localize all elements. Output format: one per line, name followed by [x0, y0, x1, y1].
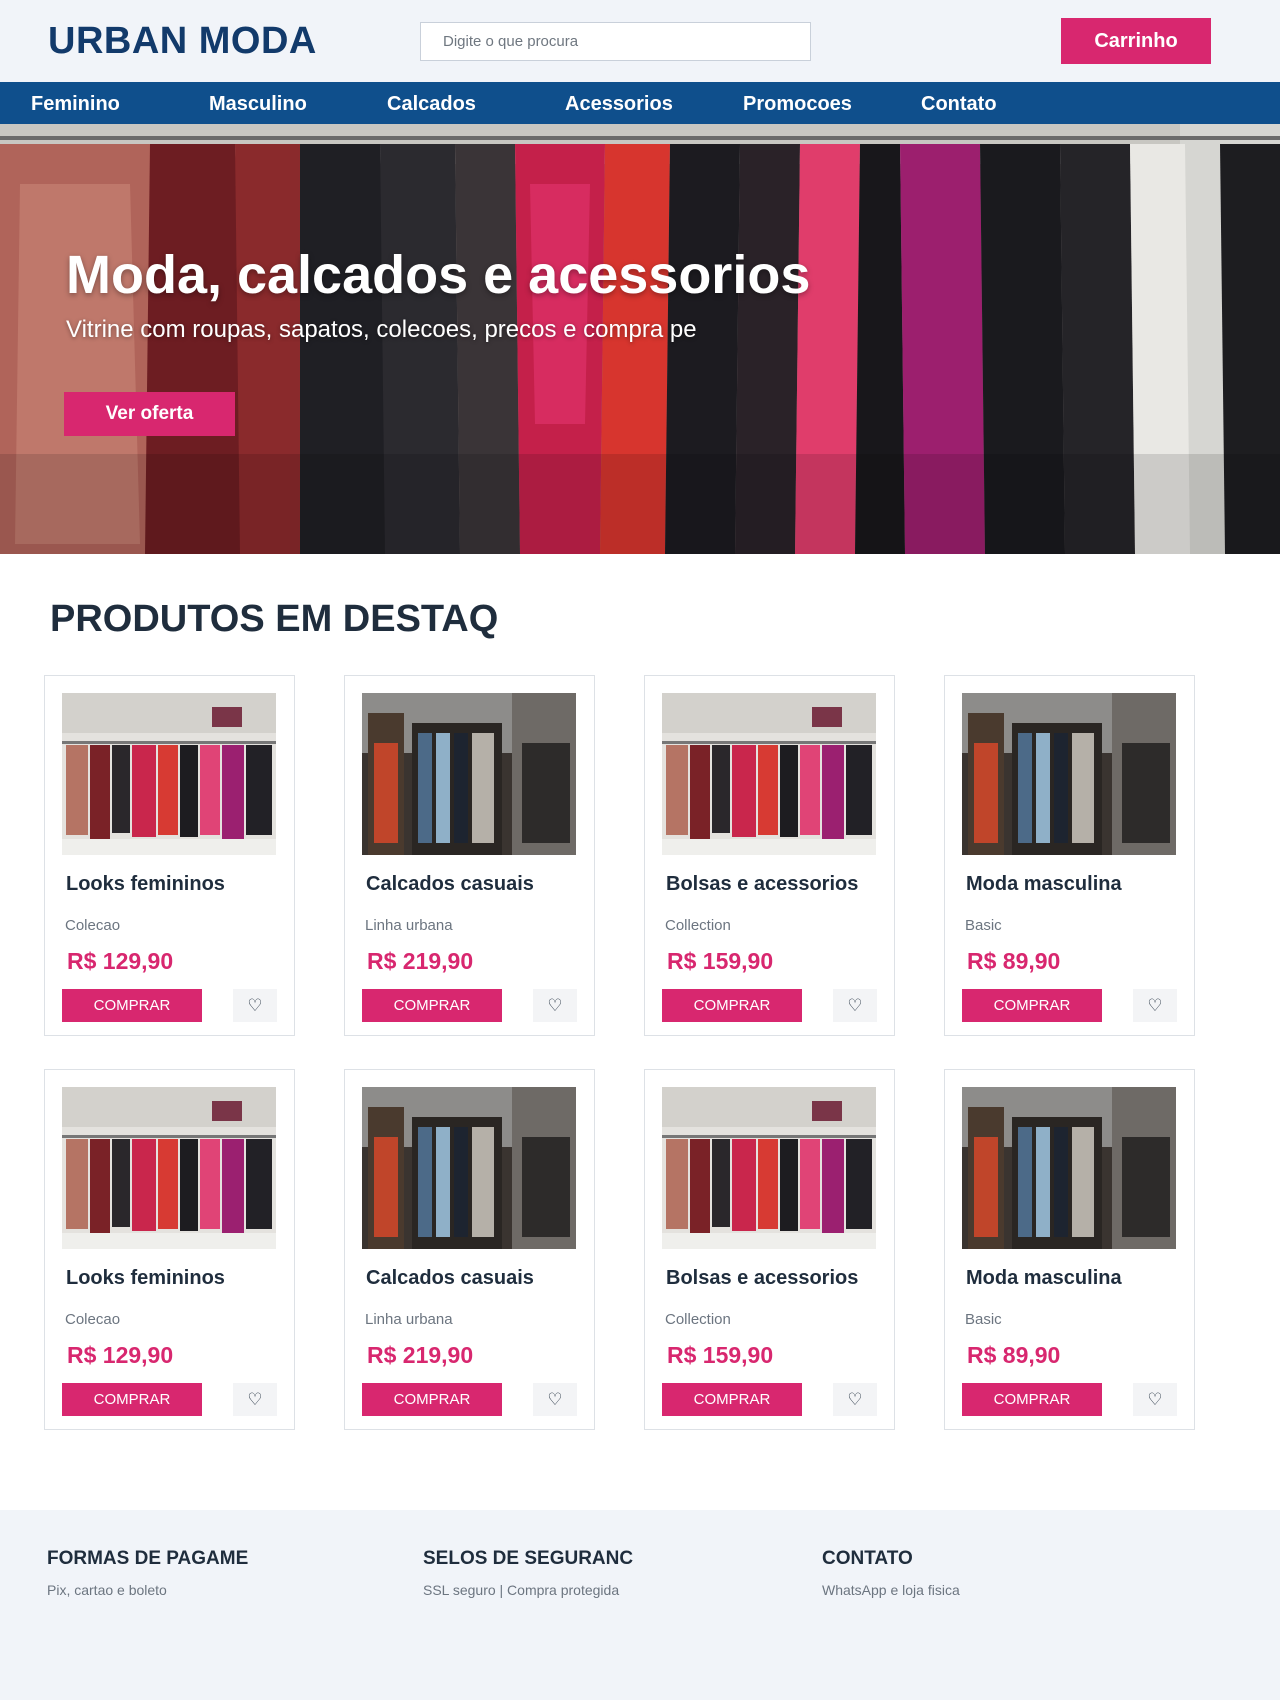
nav-item-calcados[interactable]: Calcados	[387, 82, 476, 124]
buy-button[interactable]: COMPRAR	[662, 1383, 802, 1416]
heart-icon[interactable]: ♡	[533, 1383, 577, 1416]
product-image[interactable]	[662, 1087, 876, 1249]
product-name[interactable]: Bolsas e acessorios	[666, 873, 858, 896]
search-input[interactable]	[420, 22, 811, 61]
product-image[interactable]	[362, 1087, 576, 1249]
footer-payment: FORMAS DE PAGAME Pix, cartao e boleto	[47, 1548, 248, 1598]
product-line: Collection	[665, 1311, 731, 1328]
product-name[interactable]: Moda masculina	[966, 1267, 1122, 1290]
nav-item-masculino[interactable]: Masculino	[209, 82, 307, 124]
hero-subtitle: Vitrine com roupas, sapatos, colecoes, p…	[66, 316, 697, 343]
heart-icon[interactable]: ♡	[833, 989, 877, 1022]
section-title: PRODUTOS EM DESTAQ	[50, 598, 499, 640]
product-line: Linha urbana	[365, 917, 453, 934]
logo[interactable]: URBAN MODA	[48, 20, 317, 63]
hero-offer-button[interactable]: Ver oferta	[64, 392, 235, 436]
product-price: R$ 89,90	[967, 1342, 1061, 1368]
buy-button[interactable]: COMPRAR	[662, 989, 802, 1022]
hero-banner: Moda, calcados e acessorios Vitrine com …	[0, 124, 1280, 554]
product-price: R$ 129,90	[67, 1342, 174, 1368]
product-image[interactable]	[62, 693, 276, 855]
cart-button[interactable]: Carrinho	[1061, 18, 1211, 64]
product-card[interactable]: Moda masculina Basic R$ 89,90 COMPRAR ♡	[944, 1069, 1195, 1430]
product-line: Colecao	[65, 1311, 121, 1328]
footer-security: SELOS DE SEGURANC SSL seguro | Compra pr…	[423, 1548, 633, 1598]
product-name[interactable]: Looks femininos	[66, 873, 225, 896]
nav-item-contato[interactable]: Contato	[921, 82, 997, 124]
product-image[interactable]	[62, 1087, 276, 1249]
heart-icon[interactable]: ♡	[1133, 1383, 1177, 1416]
product-price: R$ 219,90	[367, 1342, 474, 1368]
heart-icon[interactable]: ♡	[833, 1383, 877, 1416]
buy-button[interactable]: COMPRAR	[62, 1383, 202, 1416]
product-name[interactable]: Calcados casuais	[366, 873, 534, 896]
footer-text: WhatsApp e loja fisica	[822, 1582, 960, 1598]
product-card[interactable]: Looks femininos Colecao R$ 129,90 COMPRA…	[44, 675, 295, 1036]
product-line: Colecao	[65, 917, 121, 934]
product-price: R$ 159,90	[667, 948, 774, 974]
product-name[interactable]: Looks femininos	[66, 1267, 225, 1290]
product-price: R$ 129,90	[67, 948, 174, 974]
product-image[interactable]	[362, 693, 576, 855]
buy-button[interactable]: COMPRAR	[62, 989, 202, 1022]
buy-button[interactable]: COMPRAR	[962, 989, 1102, 1022]
product-card[interactable]: Looks femininos Colecao R$ 129,90 COMPRA…	[44, 1069, 295, 1430]
product-name[interactable]: Calcados casuais	[366, 1267, 534, 1290]
hero-title: Moda, calcados e acessorios	[66, 245, 811, 305]
product-name[interactable]: Bolsas e acessorios	[666, 1267, 858, 1290]
product-price: R$ 219,90	[367, 948, 474, 974]
product-image[interactable]	[962, 693, 1176, 855]
product-price: R$ 89,90	[967, 948, 1061, 974]
product-card[interactable]: Calcados casuais Linha urbana R$ 219,90 …	[344, 675, 595, 1036]
main-nav: Feminino Masculino Calcados Acessorios P…	[0, 82, 1280, 124]
footer-text: Pix, cartao e boleto	[47, 1582, 167, 1598]
product-line: Basic	[965, 917, 1002, 934]
site-header: URBAN MODA Carrinho	[0, 0, 1280, 82]
product-line: Linha urbana	[365, 1311, 453, 1328]
nav-item-promocoes[interactable]: Promocoes	[743, 82, 852, 124]
product-image[interactable]	[662, 693, 876, 855]
product-line: Basic	[965, 1311, 1002, 1328]
product-image[interactable]	[962, 1087, 1176, 1249]
buy-button[interactable]: COMPRAR	[362, 989, 502, 1022]
footer-text: SSL seguro | Compra protegida	[423, 1582, 620, 1598]
site-footer: FORMAS DE PAGAME Pix, cartao e boleto SE…	[0, 1510, 1280, 1700]
footer-heading: CONTATO	[822, 1548, 913, 1569]
product-name[interactable]: Moda masculina	[966, 873, 1122, 896]
footer-heading: SELOS DE SEGURANC	[423, 1548, 634, 1569]
heart-icon[interactable]: ♡	[233, 989, 277, 1022]
product-card[interactable]: Bolsas e acessorios Collection R$ 159,90…	[644, 1069, 895, 1430]
buy-button[interactable]: COMPRAR	[362, 1383, 502, 1416]
nav-item-acessorios[interactable]: Acessorios	[565, 82, 673, 124]
product-card[interactable]: Moda masculina Basic R$ 89,90 COMPRAR ♡	[944, 675, 1195, 1036]
nav-item-feminino[interactable]: Feminino	[31, 82, 120, 124]
buy-button[interactable]: COMPRAR	[962, 1383, 1102, 1416]
product-card[interactable]: Calcados casuais Linha urbana R$ 219,90 …	[344, 1069, 595, 1430]
product-line: Collection	[665, 917, 731, 934]
footer-heading: FORMAS DE PAGAME	[47, 1548, 249, 1569]
footer-contact: CONTATO WhatsApp e loja fisica	[822, 1548, 960, 1598]
heart-icon[interactable]: ♡	[1133, 989, 1177, 1022]
heart-icon[interactable]: ♡	[533, 989, 577, 1022]
heart-icon[interactable]: ♡	[233, 1383, 277, 1416]
product-card[interactable]: Bolsas e acessorios Collection R$ 159,90…	[644, 675, 895, 1036]
product-price: R$ 159,90	[667, 1342, 774, 1368]
